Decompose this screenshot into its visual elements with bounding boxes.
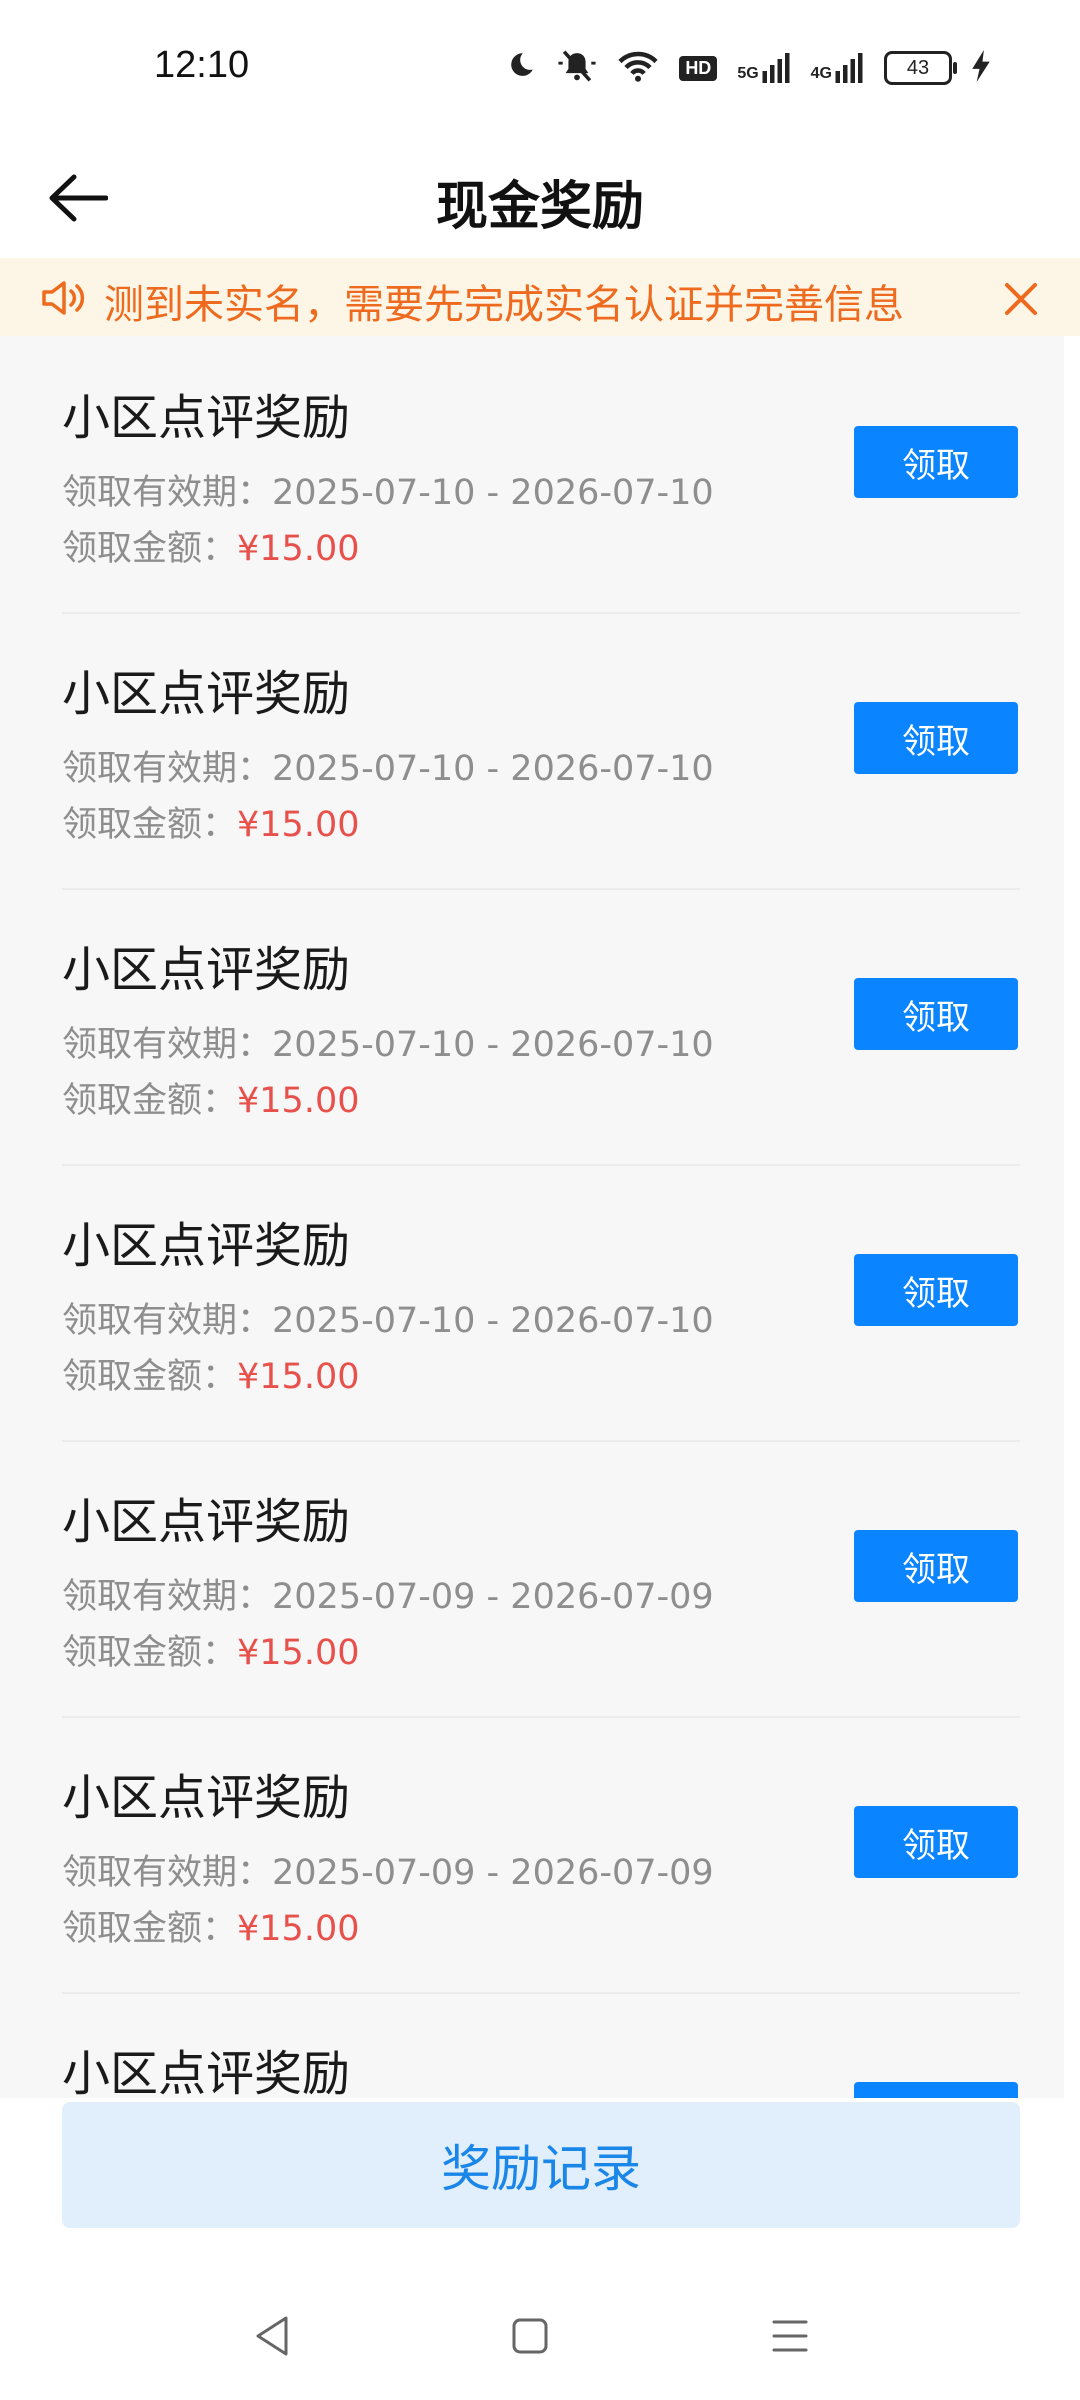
period-value: 2025-07-10 - 2026-07-10 (272, 473, 714, 513)
page-title: 现金奖励 (435, 177, 644, 237)
claim-button[interactable]: 领取 (854, 1806, 1018, 1878)
status-icons: HD 5G 4G 43 (503, 44, 990, 92)
period-value: 2025-07-09 - 2026-07-09 (272, 1853, 714, 1893)
reward-item: 小区点评奖励 领取有效期：2025-07-09 - 2026-07-09 领取金… (62, 1716, 1020, 1994)
amount-value: ¥15.00 (237, 1081, 360, 1121)
amount-value: ¥15.00 (237, 529, 360, 569)
period-label: 领取有效期： (62, 1577, 273, 1617)
system-nav-bar (0, 2276, 1080, 2400)
period-value: 2025-07-10 - 2026-07-10 (272, 749, 714, 789)
status-time: 12:10 (154, 44, 250, 86)
scrollbar[interactable] (1064, 336, 1080, 2098)
reward-period-row: 领取有效期：2025-07-10 - 2026-07-10 (62, 1016, 714, 1067)
signal-5g-icon: 5G (737, 53, 790, 83)
claim-button[interactable] (854, 2082, 1018, 2098)
amount-value: ¥15.00 (237, 1357, 360, 1397)
reward-list[interactable]: 小区点评奖励 领取有效期：2025-07-10 - 2026-07-10 领取金… (0, 336, 1064, 2098)
moon-icon (503, 49, 537, 87)
amount-label: 领取金额： (62, 1633, 238, 1673)
amount-value: ¥15.00 (237, 805, 360, 845)
reward-period-row: 领取有效期：2025-07-10 - 2026-07-10 (62, 740, 714, 791)
hd-icon: HD (679, 55, 718, 81)
reward-item: 小区点评奖励 领取有效期：2025-07-10 - 2026-07-10 领取金… (62, 336, 1020, 614)
nav-menu-icon[interactable] (760, 2306, 820, 2366)
amount-value: ¥15.00 (237, 1633, 360, 1673)
claim-button[interactable]: 领取 (854, 1530, 1018, 1602)
period-label: 领取有效期： (62, 1301, 273, 1341)
reward-amount-row: 领取金额：¥15.00 (62, 796, 359, 847)
wifi-icon (617, 49, 659, 87)
silent-bell-icon (557, 48, 597, 88)
battery-icon: 43 (884, 51, 957, 85)
amount-label: 领取金额： (62, 529, 238, 569)
reward-item: 小区点评奖励 领取有效期：2025-07-10 - 2026-07-10 领取金… (62, 612, 1020, 890)
reward-item: 小区点评奖励 领取有效期：2025-07-10 - 2026-07-10 领取金… (62, 1164, 1020, 1442)
amount-label: 领取金额： (62, 1909, 238, 1949)
reward-item: 小区点评奖励 领取有效期：2025-07-10 - 2026-07-10 领取金… (62, 888, 1020, 1166)
reward-title: 小区点评奖励 (62, 1770, 351, 1826)
reward-title: 小区点评奖励 (62, 666, 351, 722)
claim-button[interactable]: 领取 (854, 702, 1018, 774)
reward-amount-row: 领取金额：¥15.00 (62, 520, 359, 571)
reward-period-row: 领取有效期：2025-07-09 - 2026-07-09 (62, 1844, 714, 1895)
period-label: 领取有效期： (62, 473, 273, 513)
reward-record-button[interactable]: 奖励记录 (62, 2102, 1020, 2228)
reward-title: 小区点评奖励 (62, 390, 351, 446)
amount-value: ¥15.00 (237, 1909, 360, 1949)
reward-period-row: 领取有效期：2025-07-10 - 2026-07-10 (62, 464, 714, 515)
reward-period-row: 领取有效期：2025-07-10 - 2026-07-10 (62, 1292, 714, 1343)
amount-label: 领取金额： (62, 805, 238, 845)
period-value: 2025-07-09 - 2026-07-09 (272, 1577, 714, 1617)
claim-button[interactable]: 领取 (854, 426, 1018, 498)
claim-button[interactable]: 领取 (854, 1254, 1018, 1326)
charging-icon (972, 50, 990, 86)
reward-item: 小区点评奖励 (62, 1992, 1020, 2098)
bottom-bar: 奖励记录 (0, 2098, 1080, 2298)
nav-back-icon[interactable] (242, 2306, 302, 2366)
reward-amount-row: 领取金额：¥15.00 (62, 1624, 359, 1675)
period-label: 领取有效期： (62, 1853, 273, 1893)
period-value: 2025-07-10 - 2026-07-10 (272, 1301, 714, 1341)
nav-home-icon[interactable] (500, 2306, 560, 2366)
speaker-icon (40, 278, 90, 322)
reward-amount-row: 领取金额：¥15.00 (62, 1072, 359, 1123)
notice-banner: 测到未实名，需要先完成实名认证并完善信息 (0, 258, 1080, 336)
reward-title: 小区点评奖励 (62, 942, 351, 998)
page-header: 现金奖励 (0, 136, 1080, 258)
reward-amount-row: 领取金额：¥15.00 (62, 1348, 359, 1399)
amount-label: 领取金额： (62, 1357, 238, 1397)
claim-button[interactable]: 领取 (854, 978, 1018, 1050)
period-label: 领取有效期： (62, 749, 273, 789)
reward-amount-row: 领取金额：¥15.00 (62, 1900, 359, 1951)
reward-period-row: 领取有效期：2025-07-09 - 2026-07-09 (62, 1568, 714, 1619)
reward-title: 小区点评奖励 (62, 1494, 351, 1550)
amount-label: 领取金额： (62, 1081, 238, 1121)
notice-text[interactable]: 测到未实名，需要先完成实名认证并完善信息 (104, 272, 904, 330)
period-value: 2025-07-10 - 2026-07-10 (272, 1025, 714, 1065)
reward-title: 小区点评奖励 (62, 2046, 351, 2098)
period-label: 领取有效期： (62, 1025, 273, 1065)
status-bar: 12:10 HD 5G 4G 43 (0, 0, 1080, 136)
signal-4g-icon: 4G (811, 53, 864, 83)
close-icon[interactable] (996, 274, 1046, 324)
reward-item: 小区点评奖励 领取有效期：2025-07-09 - 2026-07-09 领取金… (62, 1440, 1020, 1718)
reward-title: 小区点评奖励 (62, 1218, 351, 1274)
